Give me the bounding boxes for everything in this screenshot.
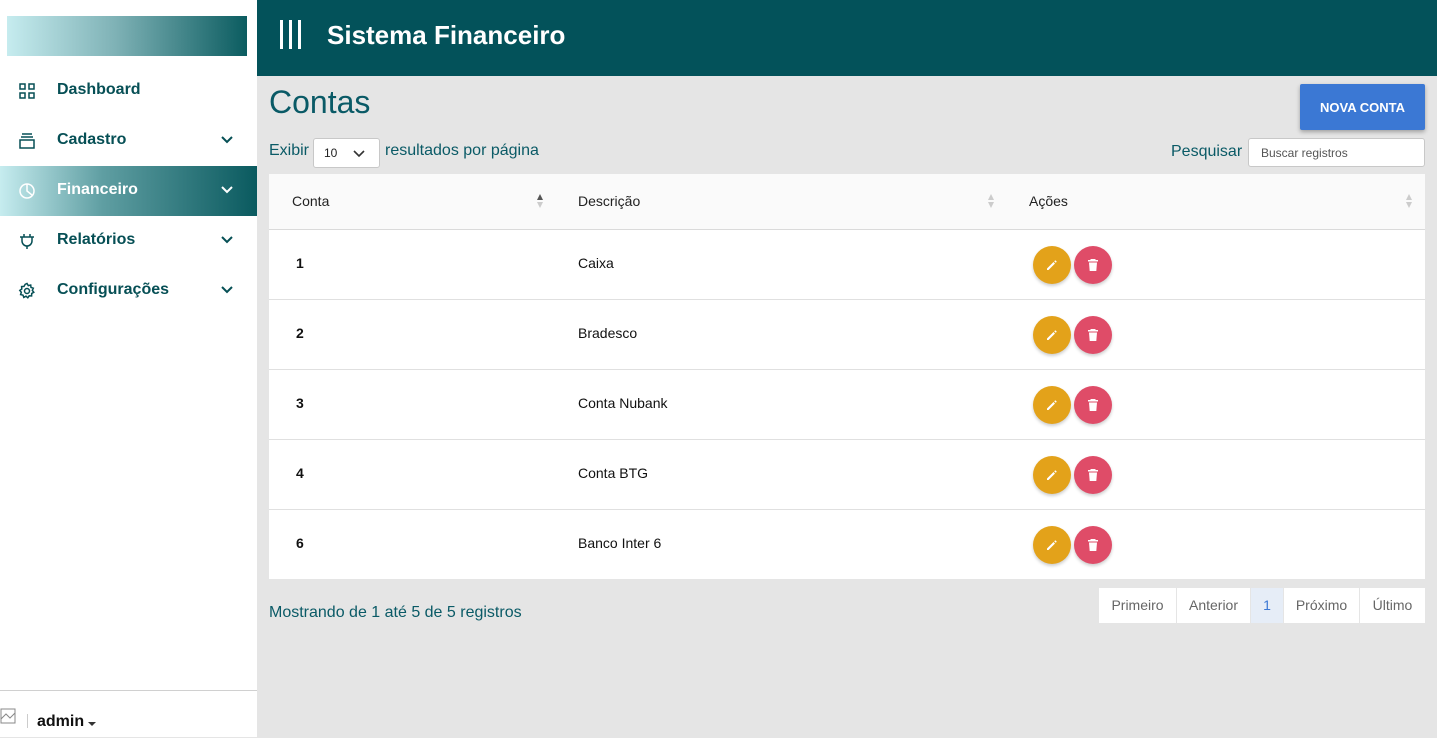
table-row: 1 Caixa: [269, 230, 1425, 300]
chevron-down-icon: [221, 286, 233, 294]
pencil-icon: [1047, 400, 1057, 410]
sidebar-item-financeiro[interactable]: Financeiro: [0, 166, 257, 216]
cell-description: Caixa: [578, 255, 614, 271]
plug-icon: [20, 234, 34, 249]
delete-button[interactable]: [1074, 386, 1112, 424]
page-next-button[interactable]: Próximo: [1284, 588, 1359, 623]
delete-button[interactable]: [1074, 456, 1112, 494]
trash-icon: [1088, 329, 1098, 341]
cell-account-id: 6: [296, 535, 304, 551]
trash-icon: [1088, 469, 1098, 481]
sidebar-item-relatorios[interactable]: Relatórios: [0, 216, 257, 266]
show-label: Exibir: [269, 142, 310, 159]
cell-account-id: 4: [296, 465, 304, 481]
trash-icon: [1088, 539, 1098, 551]
sidebar-item-label: Dashboard: [57, 81, 141, 98]
page-title: Contas: [269, 84, 371, 120]
pencil-icon: [1047, 260, 1057, 270]
edit-button[interactable]: [1033, 456, 1071, 494]
cell-account-id: 1: [296, 255, 304, 271]
search-label: Pesquisar: [1171, 143, 1243, 160]
sort-icon[interactable]: [1405, 192, 1413, 210]
cell-account-id: 2: [296, 325, 304, 341]
pencil-icon: [1047, 540, 1057, 550]
gear-icon: [18, 282, 35, 299]
divider: [27, 714, 28, 728]
edit-button[interactable]: [1033, 526, 1071, 564]
cell-account-id: 3: [296, 395, 304, 411]
table-header: Conta Descrição Ações: [269, 174, 1425, 230]
table-row: 3 Conta Nubank: [269, 370, 1425, 440]
page-first-button[interactable]: Primeiro: [1099, 588, 1176, 623]
column-header-acoes[interactable]: Ações: [1029, 193, 1068, 209]
edit-button[interactable]: [1033, 316, 1071, 354]
sidebar-item-cadastro[interactable]: Cadastro: [0, 116, 257, 166]
sidebar-item-label: Cadastro: [57, 131, 127, 148]
sort-icon[interactable]: [987, 192, 995, 210]
delete-button[interactable]: [1074, 246, 1112, 284]
chevron-down-icon: [221, 186, 233, 194]
sidebar-item-label: Financeiro: [57, 181, 138, 198]
table-row: 2 Bradesco: [269, 300, 1425, 370]
chevron-down-icon: [353, 150, 365, 158]
grid-icon: [19, 83, 35, 99]
edit-button[interactable]: [1033, 386, 1071, 424]
accounts-table: Conta Descrição Ações 1 Caixa 2 Bradesco: [269, 174, 1425, 579]
caret-down-icon[interactable]: [88, 722, 96, 726]
sidebar-item-label: Relatórios: [57, 231, 136, 248]
sidebar-item-dashboard[interactable]: Dashboard: [0, 66, 257, 116]
table-info: Mostrando de 1 até 5 de 5 registros: [269, 604, 522, 621]
cell-description: Bradesco: [578, 325, 638, 341]
sidebar: Dashboard Cadastro Financeiro Relatórios…: [0, 0, 257, 737]
table-row: 6 Banco Inter 6: [269, 510, 1425, 580]
column-header-descricao[interactable]: Descrição: [578, 193, 640, 209]
sort-icon[interactable]: [536, 192, 544, 210]
top-header: Sistema Financeiro: [257, 0, 1437, 76]
new-account-button[interactable]: NOVA CONTA: [1300, 84, 1425, 130]
page-previous-button[interactable]: Anterior: [1177, 588, 1250, 623]
sidebar-footer: admin: [0, 690, 257, 738]
layers-icon: [19, 133, 35, 149]
app-title: Sistema Financeiro: [327, 20, 566, 50]
pencil-icon: [1047, 470, 1057, 480]
page-last-button[interactable]: Último: [1360, 588, 1425, 623]
chevron-down-icon: [221, 136, 233, 144]
results-per-page-label: resultados por página: [385, 142, 539, 159]
trash-icon: [1088, 399, 1098, 411]
table-row: 4 Conta BTG: [269, 440, 1425, 510]
trash-icon: [1088, 259, 1098, 271]
delete-button[interactable]: [1074, 316, 1112, 354]
page-current-button[interactable]: 1: [1251, 588, 1283, 623]
per-page-select[interactable]: 10: [313, 138, 380, 168]
delete-button[interactable]: [1074, 526, 1112, 564]
cell-description: Conta BTG: [578, 465, 649, 481]
column-header-conta[interactable]: Conta: [292, 193, 329, 209]
per-page-value: 10: [324, 146, 338, 160]
broken-image-icon: [0, 708, 16, 724]
search-input[interactable]: [1248, 138, 1425, 167]
logo-banner: [7, 16, 247, 56]
sidebar-item-configuracoes[interactable]: Configurações: [0, 266, 257, 316]
cell-description: Banco Inter 6: [578, 535, 662, 551]
chevron-down-icon: [221, 236, 233, 244]
user-menu[interactable]: admin: [37, 713, 84, 731]
sidebar-item-label: Configurações: [57, 281, 170, 298]
pie-chart-icon: [19, 183, 35, 199]
cell-description: Conta Nubank: [578, 395, 668, 411]
menu-toggle-icon[interactable]: [280, 20, 304, 50]
pencil-icon: [1047, 330, 1057, 340]
edit-button[interactable]: [1033, 246, 1071, 284]
